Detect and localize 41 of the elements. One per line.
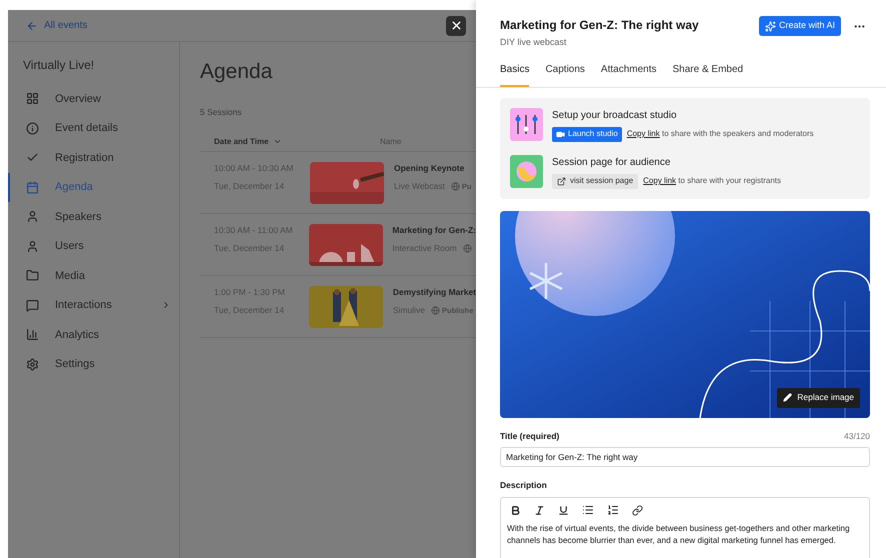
share-hint: Copy link to share with the speakers and moderators — [626, 128, 814, 140]
share-hint: Copy link to share with your registrants — [643, 175, 782, 187]
copy-link[interactable]: Copy link — [626, 129, 660, 138]
launch-studio-button[interactable]: Launch studio — [552, 126, 622, 142]
session-name: Demystifying Market — [392, 286, 476, 299]
description-text: With the rise of virtual events, the divide between business get-togethers and other marketing channels has become blurrier than ever, and a new digital marketing funnel has emerged. — [507, 522, 851, 546]
session-count: 5 Sessions — [200, 106, 243, 118]
setup-heading: Setup your broadcast studio — [552, 108, 678, 122]
nav-item[interactable]: Overview — [8, 84, 179, 114]
nav-item[interactable]: Event details — [8, 114, 179, 143]
nav-item[interactable]: Media — [8, 261, 179, 290]
nav-item[interactable]: Agenda — [8, 172, 179, 202]
nav-item[interactable]: Registration — [8, 143, 179, 172]
create-with-ai-button[interactable]: Create with AI — [758, 16, 841, 36]
panel-title: Marketing for Gen-Z: The right way — [500, 17, 699, 34]
tab[interactable]: Share & Embed — [672, 58, 744, 86]
nav-item[interactable]: Interactions — [8, 290, 179, 320]
nav-item[interactable]: Users — [8, 232, 179, 261]
event-name: Virtually Live! — [22, 57, 96, 74]
title-label: Title (required) — [500, 430, 560, 442]
tab[interactable]: Captions — [545, 58, 585, 86]
character-count: 43/120 — [844, 430, 870, 442]
back-link[interactable]: All events — [26, 18, 88, 33]
nav-item[interactable]: Settings — [8, 350, 179, 379]
page-title: Agenda — [200, 59, 274, 85]
copy-link[interactable]: Copy link — [643, 176, 676, 185]
title-field[interactable]: Marketing for Gen-Z: The right way — [500, 447, 870, 468]
session-name: Marketing for Gen-Z: — [392, 224, 476, 237]
column-header: Name — [380, 136, 402, 148]
replace-image-button[interactable]: Replace image — [777, 388, 860, 408]
session-name: Opening Keynote — [394, 162, 466, 175]
nav-item[interactable]: Speakers — [8, 202, 179, 232]
tab[interactable]: Attachments — [600, 58, 657, 86]
setup-heading: Session page for audience — [552, 156, 672, 170]
panel-subtitle: DIY live webcast — [500, 36, 568, 49]
description-label: Description — [500, 479, 548, 492]
description-editor[interactable]: With the rise of virtual events, the divide between business get-togethers and other marketing channels has become blurrier than ever, and a new digital marketing funnel has emerged. — [500, 497, 870, 558]
tab[interactable]: Basics — [500, 58, 530, 86]
nav-item[interactable]: Analytics — [8, 320, 179, 350]
visit-page-button[interactable]: visit session page — [552, 174, 638, 188]
column-header[interactable]: Date and Time — [200, 136, 380, 148]
